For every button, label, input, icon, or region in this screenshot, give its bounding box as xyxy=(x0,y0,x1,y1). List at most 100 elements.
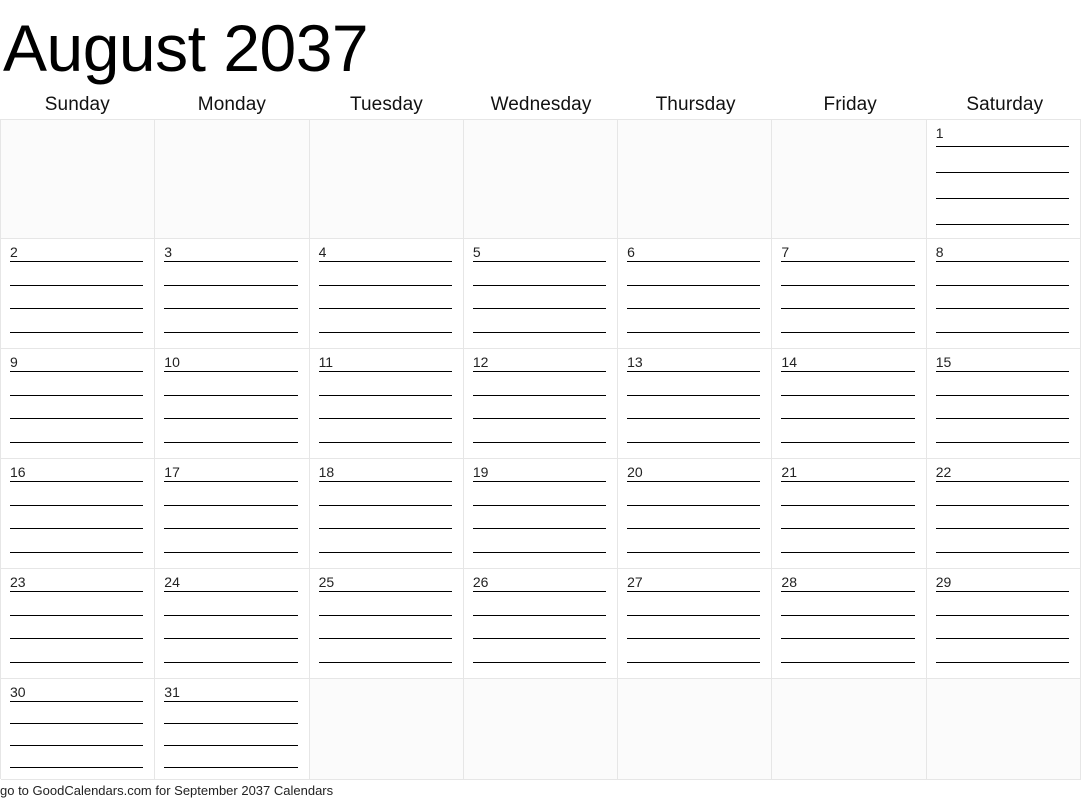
day-number: 13 xyxy=(627,354,643,370)
note-line xyxy=(318,528,452,529)
note-line xyxy=(627,528,761,529)
day-cell[interactable]: 25 xyxy=(309,569,464,679)
note-lines xyxy=(164,591,298,678)
note-line xyxy=(935,394,1069,396)
day-cell[interactable]: 23 xyxy=(1,569,156,679)
note-line xyxy=(164,767,298,768)
day-cell[interactable]: 8 xyxy=(926,239,1081,349)
day-cell[interactable]: 21 xyxy=(772,459,927,569)
note-line xyxy=(164,661,298,663)
note-line xyxy=(318,638,452,639)
day-cell[interactable]: 11 xyxy=(309,349,464,459)
note-lines xyxy=(781,371,915,458)
note-line xyxy=(472,394,607,396)
note-line xyxy=(781,528,915,529)
note-line xyxy=(164,745,298,746)
day-number: 29 xyxy=(935,574,952,590)
day-cell[interactable]: 27 xyxy=(618,569,773,679)
day-cell[interactable]: 6 xyxy=(618,239,773,349)
day-cell-empty[interactable] xyxy=(155,120,310,239)
day-cell[interactable]: 13 xyxy=(618,349,773,459)
day-cell[interactable]: 16 xyxy=(1,459,156,569)
day-cell[interactable]: 24 xyxy=(155,569,310,679)
day-number: 16 xyxy=(10,464,26,480)
day-cell[interactable]: 4 xyxy=(309,239,464,349)
weekday-label-thursday: Thursday xyxy=(655,94,736,115)
note-lines xyxy=(472,481,607,568)
weekday-label-saturday: Saturday xyxy=(966,94,1044,115)
note-line xyxy=(781,331,915,333)
day-cell[interactable]: 1 xyxy=(926,120,1081,239)
note-lines xyxy=(627,261,761,348)
day-number: 12 xyxy=(472,354,489,370)
day-cell[interactable]: 12 xyxy=(463,349,619,459)
note-lines xyxy=(10,261,144,348)
day-cell-empty[interactable] xyxy=(463,120,619,239)
day-cell[interactable]: 20 xyxy=(618,459,773,569)
day-cell[interactable]: 30 xyxy=(1,679,156,780)
day-number: 28 xyxy=(781,574,797,590)
day-cell[interactable]: 18 xyxy=(309,459,464,569)
day-cell[interactable]: 9 xyxy=(1,349,156,459)
note-line xyxy=(935,308,1069,309)
calendar-grid: 1 2 3 4 5 6 7 8 9 10 11 12 13 14 15 16 17 18 19 20 21 22 23 24 2… xyxy=(0,119,1081,780)
day-cell[interactable]: 26 xyxy=(463,569,619,679)
day-cell[interactable]: 29 xyxy=(926,569,1081,679)
day-cell-empty[interactable] xyxy=(1,120,156,239)
note-line xyxy=(472,638,607,639)
note-line xyxy=(472,441,607,443)
note-line xyxy=(318,614,452,616)
day-cell[interactable]: 22 xyxy=(926,459,1081,569)
note-line xyxy=(10,551,144,553)
note-line xyxy=(318,661,452,663)
note-line xyxy=(318,371,452,372)
note-line xyxy=(627,591,761,592)
note-line xyxy=(10,767,144,768)
note-line xyxy=(164,331,298,333)
day-cell[interactable]: 28 xyxy=(772,569,927,679)
note-line xyxy=(10,701,144,702)
weekday-header-row: Sunday Monday Tuesday Wednesday Thursday Frid… xyxy=(0,93,1082,119)
note-lines xyxy=(318,481,452,568)
day-number: 20 xyxy=(627,464,643,480)
note-line xyxy=(781,638,915,639)
note-line xyxy=(627,394,761,396)
day-cell[interactable]: 2 xyxy=(1,239,156,349)
note-line xyxy=(781,441,915,443)
day-cell-empty[interactable] xyxy=(309,120,464,239)
day-cell[interactable]: 31 xyxy=(155,679,310,780)
note-line xyxy=(164,371,298,372)
day-cell-empty[interactable] xyxy=(772,120,927,239)
note-line xyxy=(164,614,298,616)
day-cell[interactable]: 19 xyxy=(463,459,619,569)
note-lines xyxy=(935,146,1069,238)
note-line xyxy=(627,261,761,262)
note-line xyxy=(164,394,298,396)
day-cell[interactable]: 7 xyxy=(772,239,927,349)
day-cell-empty[interactable] xyxy=(309,679,464,780)
note-line xyxy=(10,284,144,286)
day-cell[interactable]: 15 xyxy=(926,349,1081,459)
day-cell-empty[interactable] xyxy=(463,679,619,780)
note-line xyxy=(472,371,607,372)
day-cell[interactable]: 14 xyxy=(772,349,927,459)
note-line xyxy=(164,308,298,309)
day-cell[interactable]: 5 xyxy=(463,239,619,349)
day-cell[interactable]: 17 xyxy=(155,459,310,569)
day-cell[interactable]: 3 xyxy=(155,239,310,349)
day-cell[interactable]: 10 xyxy=(155,349,310,459)
note-line xyxy=(935,528,1069,529)
day-cell-empty[interactable] xyxy=(618,679,773,780)
note-line xyxy=(935,638,1069,639)
day-cell-empty[interactable] xyxy=(618,120,773,239)
note-lines xyxy=(781,261,915,348)
note-line xyxy=(10,661,144,663)
note-line xyxy=(935,481,1069,482)
day-cell-empty[interactable] xyxy=(772,679,927,780)
note-line xyxy=(781,481,915,482)
note-line xyxy=(627,418,761,419)
note-lines xyxy=(10,481,144,568)
note-line xyxy=(472,528,607,529)
note-lines xyxy=(164,701,298,779)
day-cell-empty[interactable] xyxy=(926,679,1081,780)
